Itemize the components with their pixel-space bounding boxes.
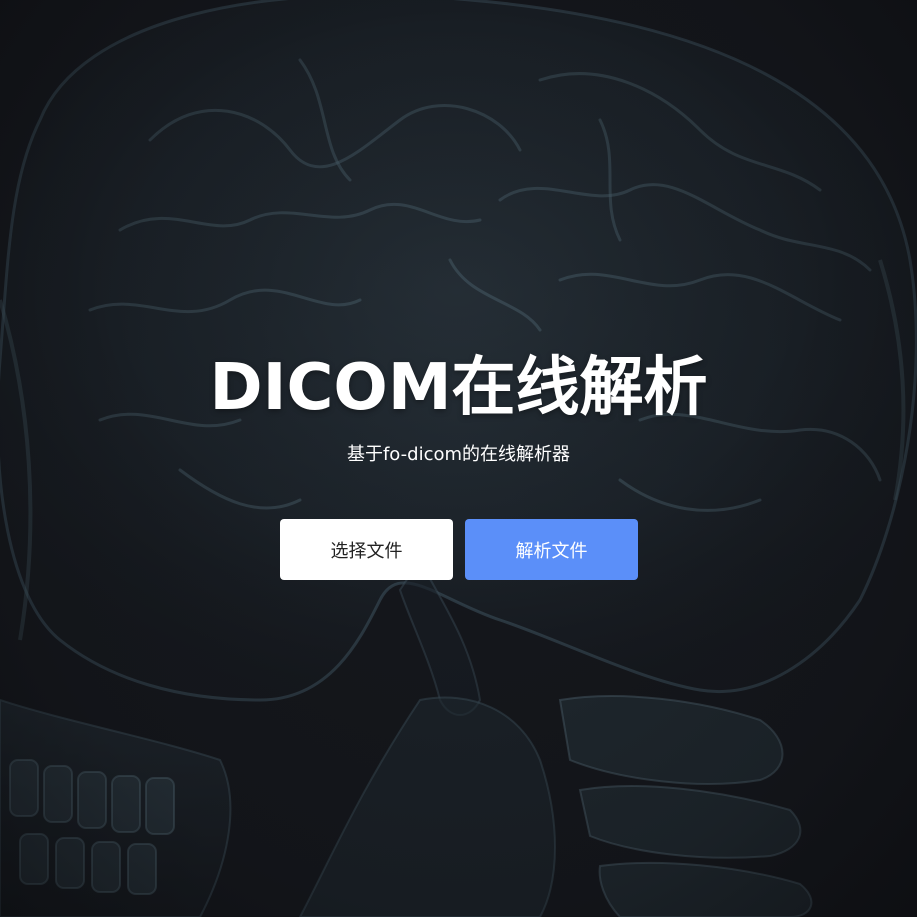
page-subtitle: 基于fo-dicom的在线解析器 bbox=[346, 444, 571, 465]
action-buttons: 选择文件 解析文件 bbox=[280, 519, 640, 581]
parse-file-button[interactable]: 解析文件 bbox=[465, 519, 638, 580]
hero-section: DICOM在线解析 基于fo-dicom的在线解析器 bbox=[0, 340, 917, 468]
page-title: DICOM在线解析 bbox=[209, 351, 708, 425]
landing-page: DICOM在线解析 基于fo-dicom的在线解析器 选择文件 解析文件 bbox=[0, 0, 917, 917]
select-file-button[interactable]: 选择文件 bbox=[280, 519, 453, 580]
